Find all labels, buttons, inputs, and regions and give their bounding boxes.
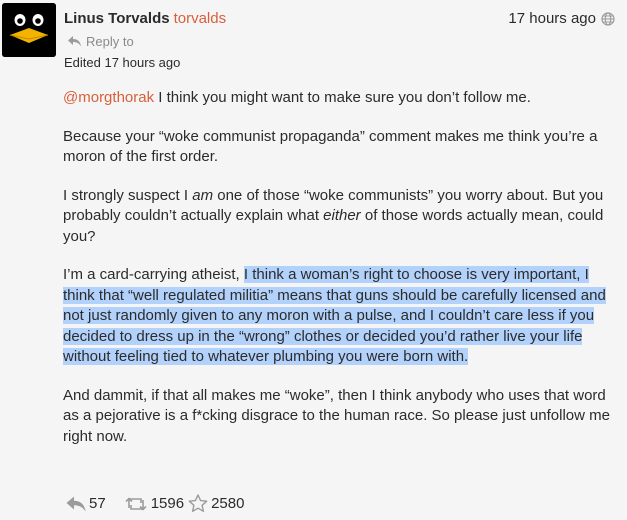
paragraph-4-text: I’m a card-carrying atheist, — [63, 266, 244, 283]
paragraph-1: @morgthorak I think you might want to ma… — [63, 88, 618, 109]
favourite-count: 2580 — [211, 495, 245, 512]
paragraph-3-text-a: I strongly suspect I — [63, 186, 193, 204]
paragraph-3-emphasis-a: am — [192, 186, 214, 204]
reply-arrow-icon — [68, 36, 81, 47]
paragraph-1-text: I think you might want to make sure you … — [154, 89, 531, 106]
penguin-avatar-icon[interactable] — [2, 3, 56, 57]
reply-button[interactable]: 57 — [66, 495, 106, 512]
post-author[interactable]: Linus Torvalds torvalds — [64, 10, 226, 27]
mention-link[interactable]: @morgthorak — [63, 89, 154, 106]
boost-button[interactable]: 1596 — [124, 495, 184, 512]
reply-to-link[interactable]: Reply to — [68, 34, 134, 49]
paragraph-2: Because your “woke communist propaganda”… — [63, 127, 598, 166]
timestamp-text[interactable]: 17 hours ago — [508, 10, 596, 27]
author-display-name[interactable]: Linus Torvalds — [64, 10, 170, 27]
reply-icon — [66, 496, 86, 512]
reply-count: 57 — [89, 495, 106, 512]
globe-icon — [601, 11, 615, 26]
paragraph-3: I strongly suspect I am one of those “wo… — [63, 186, 618, 248]
post-timestamp[interactable]: 17 hours ago — [508, 10, 615, 27]
post-actions: 57 1596 2580 — [66, 494, 244, 513]
favourite-button[interactable]: 2580 — [188, 494, 244, 513]
paragraph-3-emphasis-b: either — [323, 207, 361, 224]
author-username[interactable]: torvalds — [174, 10, 227, 27]
paragraph-4: I’m a card-carrying atheist, I think a w… — [63, 265, 618, 368]
boost-count: 1596 — [150, 495, 185, 512]
post-content: @morgthorak I think you might want to ma… — [63, 88, 618, 465]
reply-to-label: Reply to — [86, 34, 134, 49]
edited-indicator[interactable]: Edited 17 hours ago — [64, 55, 180, 70]
boost-icon — [124, 496, 148, 512]
status-post: Linus Torvalds torvalds 17 hours ago Repl… — [0, 0, 627, 520]
paragraph-5: And dammit, if that all makes me “woke”,… — [63, 386, 610, 445]
star-icon — [188, 494, 208, 513]
